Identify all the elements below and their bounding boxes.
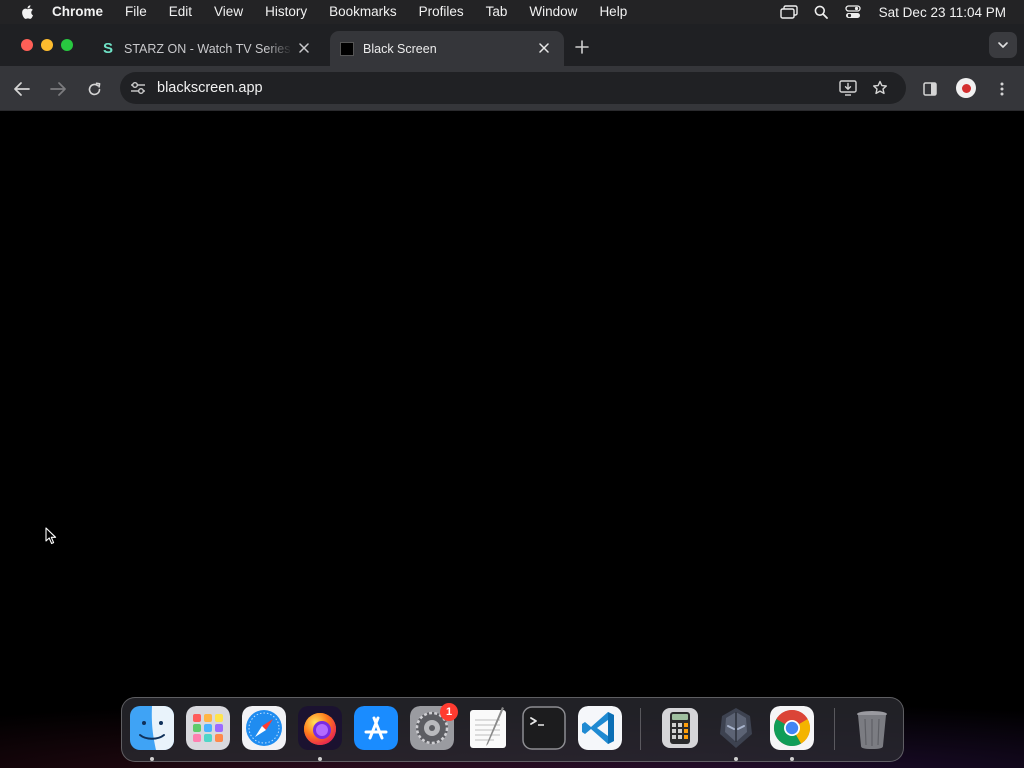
- app-store-icon[interactable]: [354, 706, 398, 750]
- textedit-icon[interactable]: [466, 706, 510, 750]
- menu-view[interactable]: View: [203, 0, 254, 24]
- menu-history[interactable]: History: [254, 0, 318, 24]
- browser-toolbar: blackscreen.app: [0, 66, 1024, 111]
- chrome-icon[interactable]: [770, 706, 814, 750]
- running-indicator: [150, 757, 154, 761]
- tab-search-chevron-down-icon[interactable]: [989, 32, 1017, 58]
- side-panel-icon[interactable]: [919, 78, 941, 100]
- launchpad-icon[interactable]: [186, 706, 230, 750]
- kebab-menu-icon[interactable]: [991, 78, 1013, 100]
- forward-arrow-icon[interactable]: [47, 78, 69, 100]
- menu-edit[interactable]: Edit: [158, 0, 203, 24]
- window-zoom-button[interactable]: [61, 39, 73, 51]
- calculator-icon[interactable]: [658, 706, 702, 750]
- control-center-icon[interactable]: [837, 0, 869, 24]
- screen-mirroring-icon[interactable]: [773, 0, 805, 24]
- url-text[interactable]: blackscreen.app: [157, 72, 263, 104]
- running-indicator: [790, 757, 794, 761]
- tab-close-icon[interactable]: [296, 40, 312, 56]
- dock: [121, 697, 904, 762]
- tab-black-screen[interactable]: Black Screen: [330, 31, 564, 66]
- avatar-dot: [961, 83, 971, 93]
- window-close-button[interactable]: [21, 39, 33, 51]
- dock-separator: [640, 708, 641, 750]
- new-tab-plus-icon[interactable]: [573, 38, 591, 56]
- back-arrow-icon[interactable]: [11, 78, 33, 100]
- tab-title: Black Screen: [363, 41, 437, 56]
- reload-icon[interactable]: [83, 78, 105, 100]
- spotlight-search-icon[interactable]: [805, 0, 837, 24]
- menu-bar: Chrome File Edit View History Bookmarks …: [0, 0, 1024, 24]
- menu-help[interactable]: Help: [588, 0, 638, 24]
- finder-icon[interactable]: [130, 706, 174, 750]
- menubar-clock[interactable]: Sat Dec 23 11:04 PM: [879, 5, 1006, 20]
- menu-tab[interactable]: Tab: [475, 0, 519, 24]
- web-page-black-screen[interactable]: [0, 112, 1024, 768]
- notification-badge: 1: [440, 703, 458, 721]
- tab-strip: S STARZ ON - Watch TV Series Black Scree…: [0, 24, 1024, 66]
- install-app-icon[interactable]: [838, 78, 858, 98]
- window-minimize-button[interactable]: [41, 39, 53, 51]
- menu-bookmarks[interactable]: Bookmarks: [318, 0, 408, 24]
- black-screen-favicon-icon: [340, 41, 354, 56]
- trash-icon[interactable]: [850, 706, 894, 750]
- vscode-icon[interactable]: [578, 706, 622, 750]
- game-helmet-icon[interactable]: [714, 706, 758, 750]
- running-indicator: [734, 757, 738, 761]
- tab-close-icon[interactable]: [536, 40, 552, 56]
- mouse-pointer-icon: [45, 527, 57, 545]
- dock-separator: [834, 708, 835, 750]
- menu-app-chrome[interactable]: Chrome: [50, 0, 114, 24]
- site-info-tune-icon[interactable]: [128, 78, 148, 98]
- tab-starz[interactable]: S STARZ ON - Watch TV Series: [90, 31, 324, 66]
- firefox-icon[interactable]: [298, 706, 342, 750]
- menu-window[interactable]: Window: [518, 0, 588, 24]
- running-indicator: [318, 757, 322, 761]
- profile-avatar[interactable]: [956, 78, 976, 98]
- menu-profiles[interactable]: Profiles: [408, 0, 475, 24]
- safari-icon[interactable]: [242, 706, 286, 750]
- tab-title: STARZ ON - Watch TV Series: [124, 41, 291, 56]
- status-tray: Sat Dec 23 11:04 PM: [773, 0, 1006, 24]
- bookmark-star-icon[interactable]: [870, 78, 890, 98]
- starz-favicon-icon: S: [102, 40, 113, 57]
- terminal-icon[interactable]: [522, 706, 566, 750]
- apple-icon[interactable]: [18, 0, 36, 24]
- address-bar[interactable]: blackscreen.app: [120, 72, 906, 104]
- menu-file[interactable]: File: [114, 0, 158, 24]
